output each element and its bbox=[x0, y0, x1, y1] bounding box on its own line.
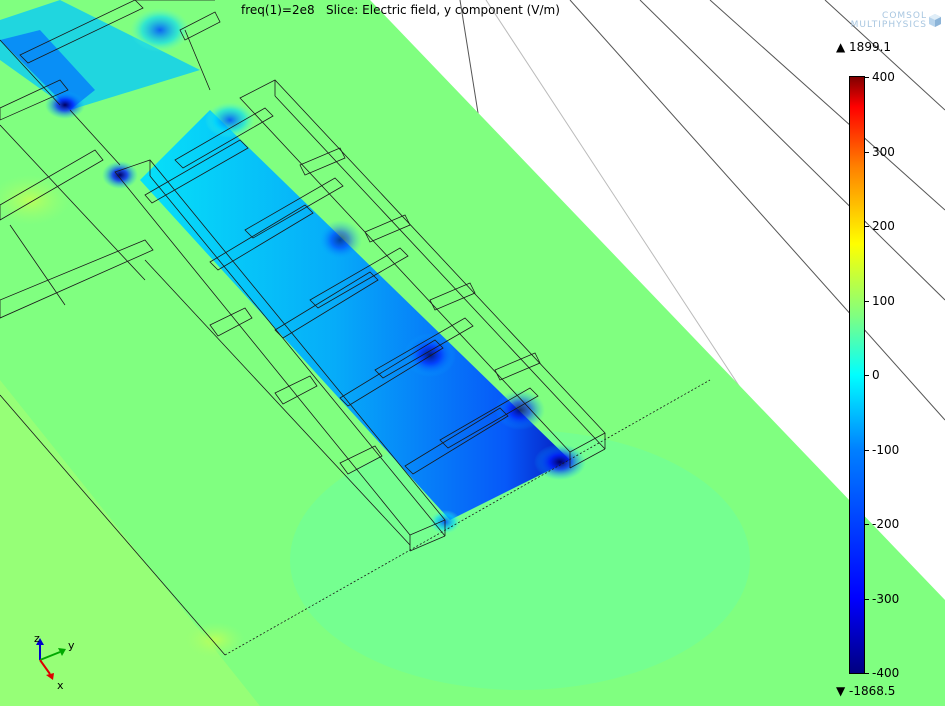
colorbar-tick-mark bbox=[865, 524, 869, 525]
colorbar-tick-label: -400 bbox=[872, 666, 900, 680]
colorbar-tick-label: 0 bbox=[872, 368, 880, 382]
comsol-cube-icon bbox=[929, 14, 941, 27]
colorbar-tick-mark bbox=[865, 598, 869, 600]
comsol-logo: COMSOL MULTIPHYSICS bbox=[850, 12, 941, 30]
slice-plot-canvas[interactable] bbox=[0, 0, 945, 706]
colorbar-tick-mark bbox=[865, 449, 869, 451]
color-legend-bar bbox=[849, 76, 865, 674]
axis-orientation-triad: z y x bbox=[34, 632, 75, 692]
plot-title: freq(1)=2e8 Slice: Electric field, y com… bbox=[241, 3, 560, 17]
colorbar-tick-label: 400 bbox=[872, 70, 895, 84]
colorbar-tick-mark bbox=[865, 673, 869, 674]
x-axis-label: x bbox=[57, 679, 64, 692]
graphics-window[interactable]: freq(1)=2e8 Slice: Electric field, y com… bbox=[0, 0, 945, 706]
x-axis-arrow bbox=[39, 659, 51, 675]
colorbar-tick-label: 200 bbox=[872, 219, 895, 233]
colorbar-tick-label: 100 bbox=[872, 293, 895, 308]
logo-line-2: MULTIPHYSICS bbox=[850, 20, 927, 30]
colorbar-tick-mark bbox=[865, 151, 869, 153]
y-axis-label: y bbox=[68, 639, 75, 652]
colorbar-tick-label: 300 bbox=[872, 144, 895, 159]
colorbar-max-value: ▲ 1899.1 bbox=[836, 40, 892, 54]
colorbar-tick-label: -300 bbox=[872, 591, 900, 606]
colorbar-tick-label: -100 bbox=[872, 442, 900, 457]
colorbar-tick-mark bbox=[865, 77, 869, 78]
colorbar-tick-mark bbox=[865, 226, 869, 227]
y-axis-arrow bbox=[39, 651, 61, 661]
colorbar-min-value: ▼ -1868.5 bbox=[836, 684, 896, 698]
colorbar-tick-mark bbox=[865, 375, 869, 376]
z-axis-label: z bbox=[34, 632, 40, 645]
colorbar-tick-label: -200 bbox=[872, 517, 900, 531]
colorbar-tick-mark bbox=[865, 300, 869, 302]
